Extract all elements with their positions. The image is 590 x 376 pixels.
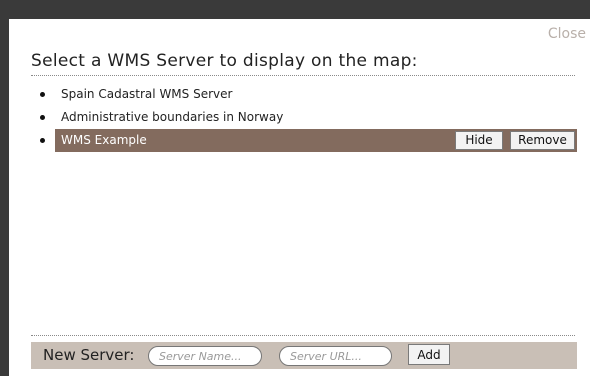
bullet-icon	[40, 115, 45, 120]
remove-button[interactable]: Remove	[510, 131, 575, 150]
wms-server-dialog: Close Select a WMS Server to display on …	[9, 19, 590, 376]
server-name: WMS Example	[61, 133, 147, 147]
bullet-icon	[40, 138, 45, 143]
new-server-label: New Server:	[43, 346, 135, 364]
bullet-icon	[40, 92, 45, 97]
server-name: Administrative boundaries in Norway	[61, 110, 284, 124]
dialog-title: Select a WMS Server to display on the ma…	[31, 51, 418, 71]
add-server-button[interactable]: Add	[408, 344, 450, 365]
server-item-spain-cadastral[interactable]: Spain Cadastral WMS Server	[31, 83, 577, 106]
bottom-divider	[31, 335, 575, 336]
server-item-wms-example[interactable]: WMS Example Hide Remove	[31, 129, 577, 152]
server-item-norway-boundaries[interactable]: Administrative boundaries in Norway	[31, 106, 577, 129]
title-divider	[31, 75, 575, 76]
new-server-bar: New Server: Add	[31, 342, 577, 369]
server-name: Spain Cadastral WMS Server	[61, 87, 233, 101]
server-list: Spain Cadastral WMS Server Administrativ…	[31, 83, 577, 152]
server-url-input[interactable]	[279, 346, 392, 366]
server-name-input[interactable]	[148, 346, 262, 366]
close-link[interactable]: Close	[548, 26, 586, 42]
hide-button[interactable]: Hide	[455, 131, 503, 150]
